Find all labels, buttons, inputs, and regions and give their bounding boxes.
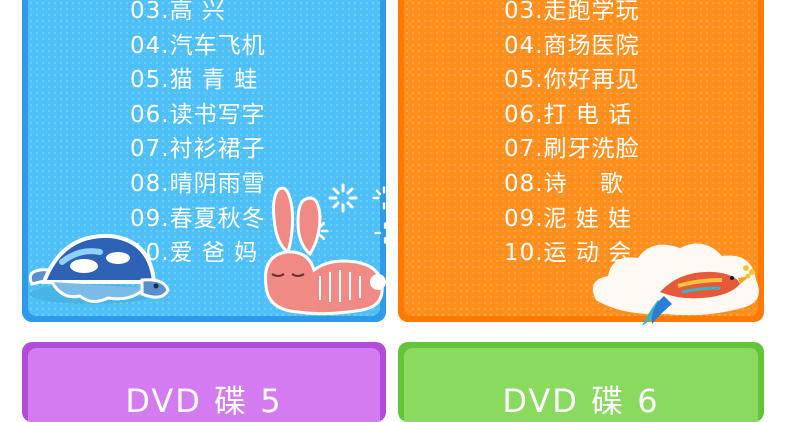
track-list-orange: 03.走跑学玩 04.商场医院 05.你好再见 06.打 电 话 07.刷牙洗脸… (504, 0, 640, 271)
bird-illustration (642, 265, 755, 326)
track-item: 07.刷牙洗脸 (504, 136, 640, 163)
turtle-illustration (28, 233, 170, 304)
disc-panel-green-inner: DVD 碟 6 (404, 348, 758, 422)
track-item: 09.泥 娃 娃 (504, 205, 633, 232)
disc-title: DVD 碟 5 (125, 382, 283, 420)
disc-title: DVD 碟 6 (502, 382, 660, 420)
track-item: 06.读书写字 (130, 101, 266, 128)
track-item: 04.汽车飞机 (130, 32, 266, 59)
track-item: 03.高 兴 (130, 0, 226, 24)
track-item: 05.你好再见 (504, 67, 640, 94)
track-item: 05.猫 青 蛙 (130, 67, 259, 94)
disc-panel-purple-inner: DVD 碟 5 (28, 348, 380, 422)
track-item: 06.打 电 话 (504, 101, 633, 128)
track-item: 08.晴阴雨雪 (130, 170, 266, 197)
disc-panel-green: DVD 碟 6 (398, 342, 764, 422)
track-item: 04.商场医院 (504, 32, 640, 59)
disc-panel-purple: DVD 碟 5 (22, 342, 386, 422)
rabbit-illustration (263, 186, 386, 316)
track-item: 03.走跑学玩 (504, 0, 640, 24)
track-item: 07.衬衫裙子 (130, 136, 266, 163)
track-item: 08.诗 歌 (504, 170, 624, 197)
